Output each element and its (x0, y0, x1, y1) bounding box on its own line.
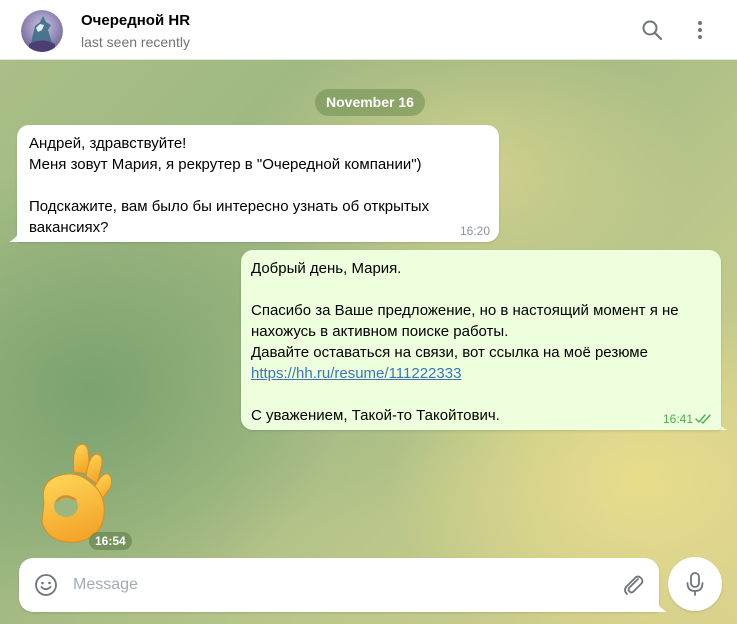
message-meta: 16:41 (663, 412, 713, 426)
message-line: вакансиях? (29, 219, 109, 236)
avatar[interactable] (21, 10, 63, 52)
smile-icon (35, 574, 57, 596)
ok-hand-sticker[interactable] (34, 442, 116, 546)
message-line (251, 279, 709, 300)
message-line: нахожусь в активном поиске работы. (251, 323, 509, 340)
message-line: Подскажите, вам было бы интересно узнать… (29, 198, 430, 215)
chat-header: Очередной HR last seen recently (0, 0, 737, 60)
attach-button[interactable] (620, 572, 646, 598)
message-line: Давайте оставаться на связи, вот ссылка … (251, 344, 648, 361)
microphone-icon (686, 572, 704, 596)
message-time: 16:41 (662, 412, 693, 426)
search-button[interactable] (636, 14, 668, 46)
paperclip-icon (624, 575, 644, 595)
resume-link[interactable]: https://hh.ru/resume/111222333 (251, 365, 461, 382)
message-line (29, 175, 487, 196)
emoji-button[interactable] (34, 573, 58, 597)
more-vertical-icon (698, 21, 702, 39)
more-options-button[interactable] (684, 14, 716, 46)
message-input[interactable] (73, 570, 603, 600)
message-line: Андрей, здравствуйте! (29, 135, 187, 152)
voice-record-button[interactable] (668, 557, 722, 611)
chat-title[interactable]: Очередной HR (81, 12, 190, 29)
outgoing-message[interactable]: Добрый день, Мария. Спасибо за Ваше пред… (241, 250, 721, 430)
composer-tail (655, 598, 667, 612)
chat-background: November 16 Андрей, здравствуйте! Меня з… (0, 60, 737, 624)
double-check-icon (695, 414, 711, 424)
message-composer (19, 558, 659, 612)
search-icon (642, 20, 663, 41)
sticker-time: 16:54 (89, 532, 132, 550)
message-line: Добрый день, Мария. (251, 260, 402, 277)
message-signature: С уважением, Такой-то Такойтович. (251, 407, 500, 424)
message-time: 16:20 (459, 224, 490, 238)
incoming-message[interactable]: Андрей, здравствуйте! Меня зовут Мария, … (17, 125, 499, 242)
message-line: Меня зовут Мария, я рекрутер в "Очередно… (29, 156, 422, 173)
date-separator: November 16 (315, 89, 425, 116)
message-line: Спасибо за Ваше предложение, но в настоя… (251, 302, 679, 319)
chat-status: last seen recently (81, 34, 190, 50)
